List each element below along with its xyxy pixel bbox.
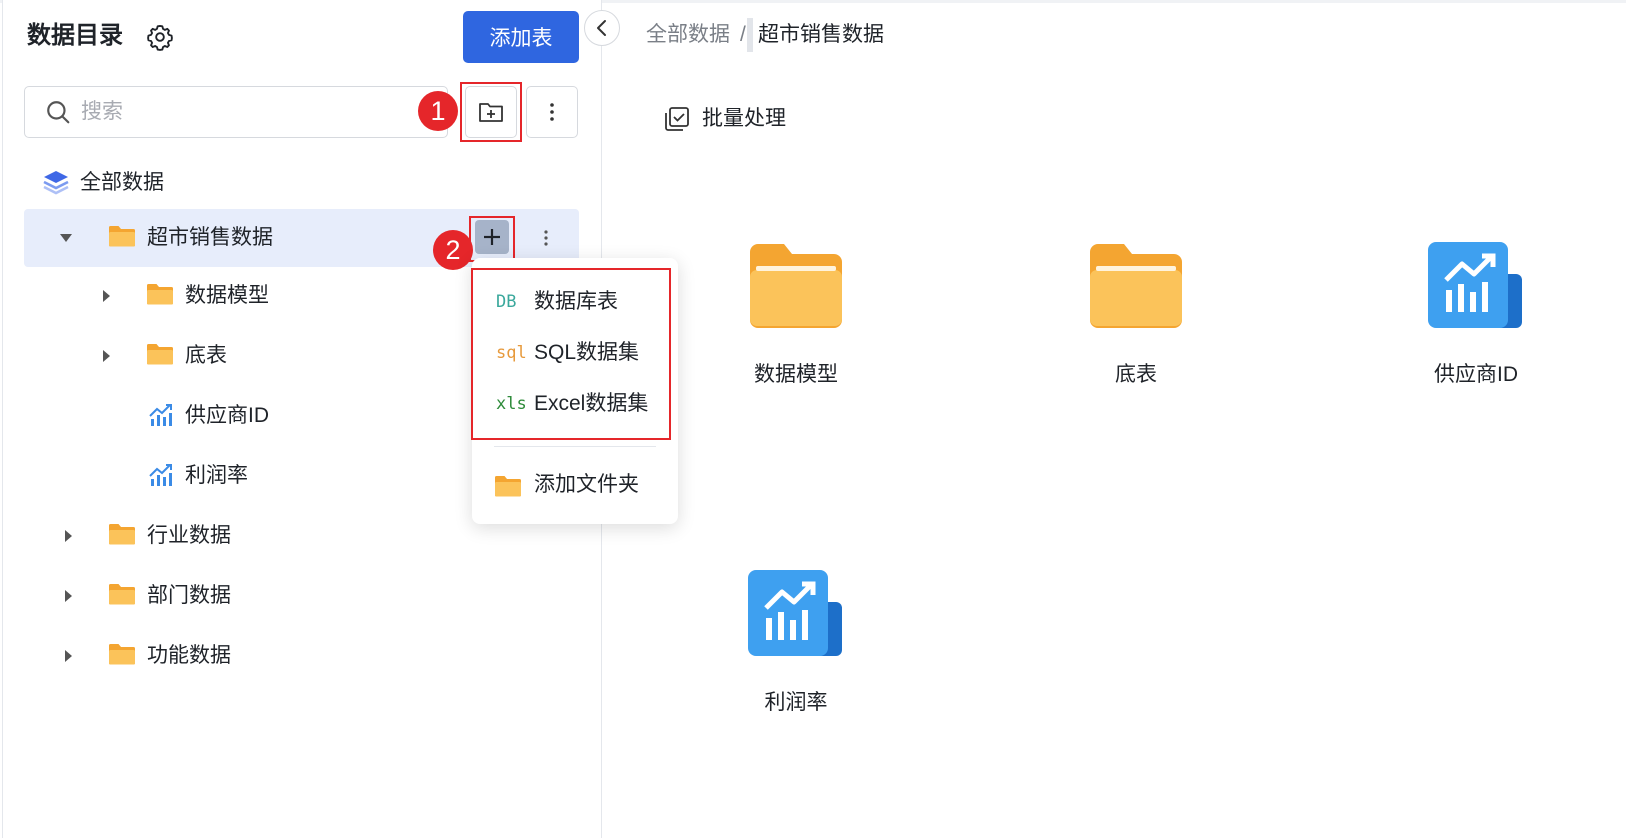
more-vertical-icon <box>544 230 548 246</box>
folder-icon <box>147 284 173 305</box>
collapse-sidebar-button[interactable] <box>584 10 620 46</box>
menu-item-add-folder[interactable]: 添加文件夹 <box>472 461 678 509</box>
caret-right-icon[interactable] <box>98 348 114 364</box>
menu-item-sql-dataset[interactable]: sql SQL数据集 <box>472 329 678 377</box>
plus-icon <box>484 229 500 245</box>
sidebar-title: 数据目录 <box>27 22 123 49</box>
menu-item-label: SQL数据集 <box>534 341 640 364</box>
metric-chart-icon <box>149 404 172 426</box>
menu-item-label: Excel数据集 <box>534 392 649 415</box>
card-supplier-id[interactable]: 供应商ID <box>1386 240 1566 440</box>
add-folder-icon <box>479 103 503 122</box>
menu-item-label: 添加文件夹 <box>534 473 639 496</box>
card-label: 底表 <box>1115 363 1157 386</box>
gear-icon[interactable] <box>146 23 174 51</box>
tree-item-label: 利润率 <box>185 464 248 487</box>
search-icon <box>47 101 70 124</box>
tree-item-label: 行业数据 <box>147 524 231 547</box>
tree-item-label: 供应商ID <box>185 404 269 427</box>
breadcrumb-current: 超市销售数据 <box>758 23 884 46</box>
folder-icon <box>750 244 842 328</box>
caret-right-icon[interactable] <box>98 288 114 304</box>
menu-item-database-table[interactable]: DB 数据库表 <box>472 278 678 326</box>
tree-item-label: 功能数据 <box>147 644 231 667</box>
card-data-model[interactable]: 数据模型 <box>706 240 886 440</box>
search-input[interactable] <box>81 95 431 129</box>
card-label: 利润率 <box>764 691 828 714</box>
menu-item-label: 数据库表 <box>534 290 618 313</box>
folder-icon <box>1090 244 1182 328</box>
tree-item-label: 全部数据 <box>80 171 164 194</box>
excel-icon: xls <box>496 394 527 414</box>
tree-item-label: 超市销售数据 <box>147 226 273 249</box>
card-base-table[interactable]: 底表 <box>1046 240 1226 440</box>
layers-icon <box>43 171 69 195</box>
folder-icon <box>109 644 135 665</box>
breadcrumb-root[interactable]: 全部数据 <box>646 20 730 50</box>
caret-right-icon[interactable] <box>60 528 76 544</box>
metric-card-icon <box>1428 242 1522 328</box>
add-dropdown-menu: DB 数据库表 sql SQL数据集 xls Excel数据集 添加文件夹 <box>472 258 678 524</box>
tree-item-department-data[interactable]: 部门数据 <box>24 567 579 625</box>
folder-icon <box>109 226 135 247</box>
tree-item-label: 数据模型 <box>185 284 269 307</box>
card-label: 供应商ID <box>1434 363 1518 386</box>
row-more-button[interactable] <box>536 223 556 253</box>
menu-item-excel-dataset[interactable]: xls Excel数据集 <box>472 380 678 428</box>
breadcrumb-divider <box>747 18 753 52</box>
more-options-button[interactable] <box>526 86 578 138</box>
caret-right-icon[interactable] <box>60 588 76 604</box>
database-icon: DB <box>496 292 517 312</box>
annotation-badge-2: 2 <box>433 230 473 270</box>
folder-icon <box>495 476 521 497</box>
menu-divider <box>494 446 656 447</box>
folder-icon <box>147 344 173 365</box>
folder-icon <box>109 524 135 545</box>
caret-down-icon[interactable] <box>58 230 74 246</box>
add-table-button[interactable]: 添加表 <box>463 11 579 63</box>
tree-item-function-data[interactable]: 功能数据 <box>24 627 579 685</box>
card-profit-rate[interactable]: 利润率 <box>706 568 886 768</box>
add-item-button[interactable] <box>475 220 509 254</box>
metric-card-icon <box>748 570 842 656</box>
metric-chart-icon <box>149 464 172 486</box>
breadcrumb-separator: / <box>740 23 746 46</box>
card-label: 数据模型 <box>754 363 838 386</box>
new-folder-button[interactable] <box>465 86 517 138</box>
sql-icon: sql <box>496 343 527 363</box>
caret-right-icon[interactable] <box>60 648 76 664</box>
tree-item-label: 部门数据 <box>147 584 231 607</box>
batch-process-label: 批量处理 <box>702 107 786 130</box>
chevron-left-icon <box>597 20 606 36</box>
tree-item-all-data[interactable]: 全部数据 <box>24 154 579 212</box>
folder-icon <box>109 584 135 605</box>
more-vertical-icon <box>550 103 554 121</box>
search-box[interactable] <box>24 86 448 138</box>
tree-item-label: 底表 <box>185 344 227 367</box>
annotation-badge-1: 1 <box>418 91 458 131</box>
batch-check-icon <box>665 107 689 131</box>
